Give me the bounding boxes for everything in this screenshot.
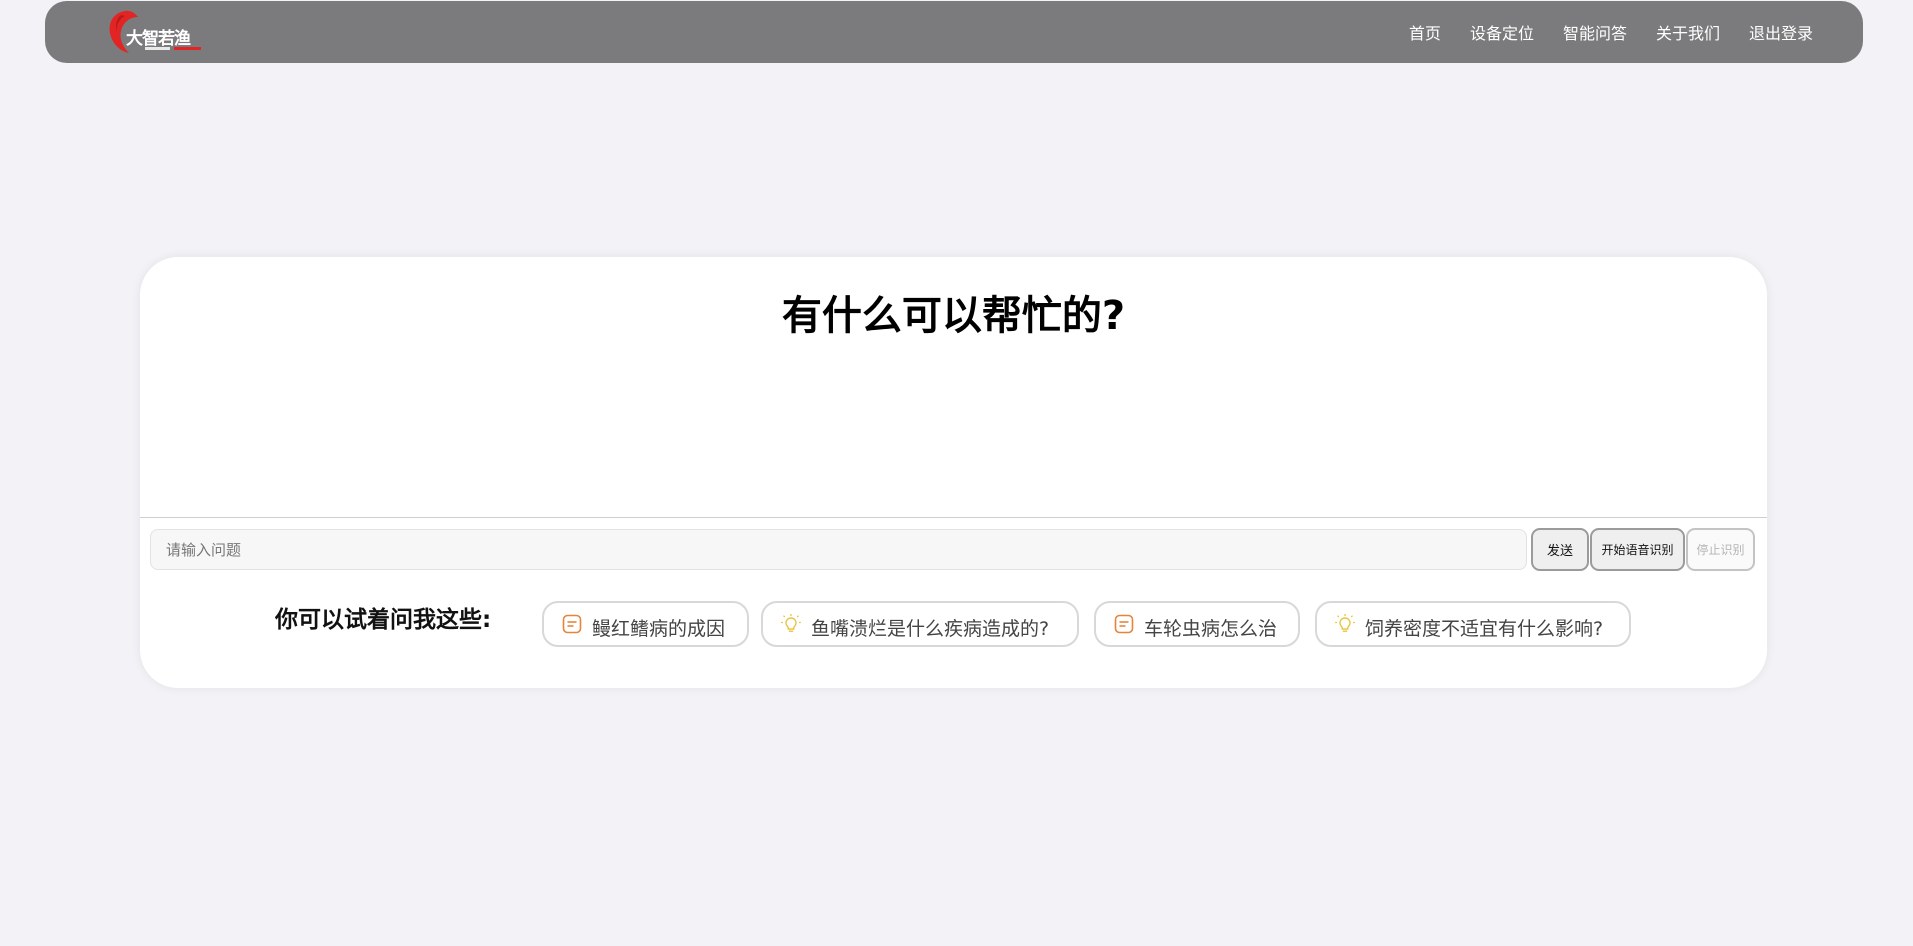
note-icon xyxy=(1114,614,1134,634)
suggestion-chip[interactable]: 鳗红鳍病的成因 xyxy=(542,601,749,647)
send-button[interactable]: 发送 xyxy=(1531,528,1589,571)
start-voice-recognition-button[interactable]: 开始语音识别 xyxy=(1590,528,1685,571)
chat-messages-area xyxy=(140,347,1767,517)
suggestion-text: 车轮虫病怎么治 xyxy=(1144,618,1278,640)
suggestion-chip[interactable]: 车轮虫病怎么治 xyxy=(1094,601,1300,647)
top-navbar: 大智若渔 首页 设备定位 智能问答 关于我们 退出登录 xyxy=(45,1,1863,63)
nav-links: 首页 设备定位 智能问答 关于我们 退出登录 xyxy=(1380,1,1813,63)
lightbulb-icon xyxy=(781,614,801,632)
nav-link-home[interactable]: 首页 xyxy=(1409,20,1441,44)
suggestion-chip[interactable]: 鱼嘴溃烂是什么疾病造成的? xyxy=(761,601,1079,647)
nav-link-device-location[interactable]: 设备定位 xyxy=(1470,20,1534,44)
logo-subtitle-bar xyxy=(145,47,201,50)
suggestion-text: 饲养密度不适宜有什么影响? xyxy=(1365,618,1604,640)
page-title: 有什么可以帮忙的? xyxy=(781,293,1126,339)
suggestion-text: 鱼嘴溃烂是什么疾病造成的? xyxy=(811,618,1050,640)
logo-text: 大智若渔 xyxy=(126,29,191,49)
question-input[interactable] xyxy=(150,529,1527,570)
note-icon xyxy=(562,614,582,634)
lightbulb-icon xyxy=(1335,614,1355,632)
nav-link-smart-qa[interactable]: 智能问答 xyxy=(1563,20,1627,44)
nav-link-about-us[interactable]: 关于我们 xyxy=(1656,20,1720,44)
divider xyxy=(140,517,1767,518)
suggestion-text: 鳗红鳍病的成因 xyxy=(592,618,726,640)
nav-link-logout[interactable]: 退出登录 xyxy=(1749,20,1813,44)
suggestion-chip[interactable]: 饲养密度不适宜有什么影响? xyxy=(1315,601,1631,647)
chat-card: 有什么可以帮忙的? 发送 开始语音识别 停止识别 你可以试着问我这些: 鳗红鳍病… xyxy=(140,257,1767,688)
suggestions-label: 你可以试着问我这些: xyxy=(275,607,492,633)
stop-voice-recognition-button[interactable]: 停止识别 xyxy=(1686,528,1755,571)
logo[interactable]: 大智若渔 xyxy=(105,7,215,57)
